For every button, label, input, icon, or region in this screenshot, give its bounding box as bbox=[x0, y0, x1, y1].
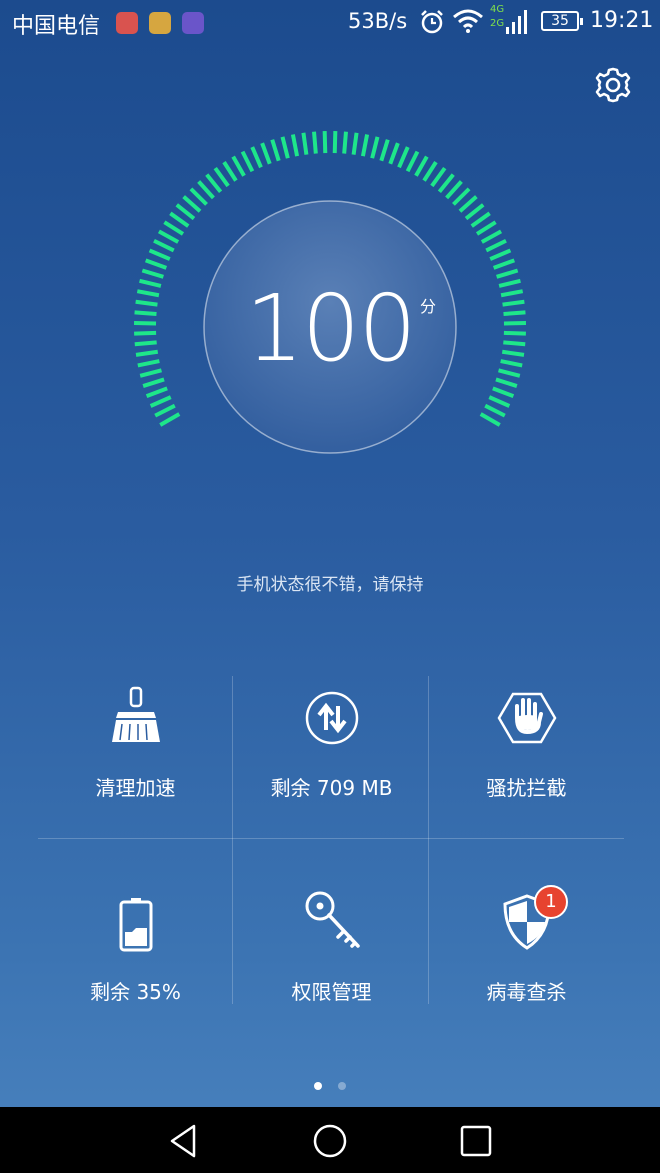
recents-icon[interactable] bbox=[456, 1121, 496, 1161]
gauge-tick bbox=[189, 187, 208, 206]
page-dot bbox=[337, 1082, 346, 1090]
tile-label: 骚扰拦截 bbox=[486, 776, 567, 800]
gauge-tick bbox=[205, 173, 223, 193]
gauge-tick bbox=[342, 131, 348, 154]
tile-label: 病毒查杀 bbox=[486, 980, 567, 1004]
notification-app-icon bbox=[116, 12, 138, 34]
gauge-tick bbox=[231, 155, 246, 177]
carrier-name: 中国电信 bbox=[12, 14, 101, 39]
gear-icon[interactable] bbox=[594, 66, 632, 104]
gauge-tick bbox=[182, 195, 202, 213]
gauge-tick bbox=[489, 248, 512, 261]
gauge-tick bbox=[488, 395, 511, 408]
gauge-tick bbox=[322, 131, 328, 154]
navigation-bar bbox=[0, 1107, 660, 1173]
gauge-tick bbox=[485, 238, 507, 253]
gauge-tick bbox=[475, 220, 497, 236]
gauge-tick bbox=[397, 146, 410, 169]
gauge-tick bbox=[470, 211, 491, 228]
tile-battery[interactable]: 剩余 35% bbox=[38, 880, 233, 1044]
gauge-tick bbox=[492, 386, 515, 398]
tile-clean-speedup[interactable]: 清理加速 bbox=[38, 676, 233, 840]
wifi-app-icon bbox=[149, 12, 171, 34]
gauge-tick bbox=[270, 139, 281, 162]
broom-icon bbox=[111, 686, 160, 742]
page-indicator bbox=[0, 1075, 660, 1094]
gauge-tick bbox=[149, 395, 172, 408]
gauge-tick bbox=[312, 131, 318, 154]
gauge-tick bbox=[250, 146, 263, 169]
gauge-tick bbox=[492, 258, 516, 270]
gauge-tick bbox=[301, 132, 309, 155]
tile-label: 剩余 709 MB bbox=[270, 776, 393, 800]
gauge-tick bbox=[163, 220, 185, 236]
gauge-tick bbox=[480, 229, 503, 244]
gauge-tick bbox=[159, 412, 181, 427]
browser-app-icon bbox=[182, 12, 204, 34]
hand-stop-icon bbox=[497, 692, 556, 744]
gauge-tick bbox=[197, 180, 215, 200]
gauge-tick bbox=[175, 203, 196, 221]
gauge-tick bbox=[452, 187, 471, 206]
feature-grid: 清理加速 剩余 709 MB 骚扰拦截 剩余 35% 权限管理 病毒查杀 bbox=[38, 676, 624, 1006]
gauge-tick bbox=[290, 134, 300, 157]
gauge-tick bbox=[430, 166, 447, 188]
gauge-tick bbox=[360, 134, 370, 157]
gauge-tick bbox=[414, 155, 429, 177]
data-transfer-icon bbox=[305, 691, 358, 745]
gauge-tick bbox=[464, 203, 485, 221]
gauge-tick bbox=[422, 161, 438, 182]
alarm-icon bbox=[421, 10, 443, 34]
score-unit: 分 bbox=[420, 297, 437, 316]
score-value: 100 bbox=[245, 275, 417, 382]
back-icon[interactable] bbox=[164, 1121, 204, 1161]
gauge-tick bbox=[388, 142, 400, 165]
gauge-tick bbox=[154, 403, 176, 418]
tile-data-remaining[interactable]: 剩余 709 MB bbox=[234, 676, 429, 840]
gauge-tick bbox=[458, 195, 478, 213]
net-speed: 53B/s bbox=[348, 9, 408, 33]
tile-label: 清理加速 bbox=[95, 776, 176, 800]
gauge-tick bbox=[240, 150, 255, 173]
home-icon[interactable] bbox=[310, 1121, 350, 1161]
gauge-tick bbox=[260, 142, 272, 165]
gauge-tick bbox=[280, 136, 290, 159]
gauge-tick bbox=[405, 150, 420, 173]
tile-permission[interactable]: 权限管理 bbox=[234, 880, 429, 1044]
network-type: 4G 2G bbox=[490, 4, 505, 29]
gauge-tick bbox=[437, 173, 455, 193]
battery-icon bbox=[119, 898, 152, 952]
tile-virus-scan[interactable]: 病毒查杀 bbox=[429, 880, 624, 1044]
gauge-tick bbox=[351, 132, 359, 155]
gauge-tick bbox=[148, 248, 171, 261]
virus-badge: 1 bbox=[534, 885, 568, 919]
signal-icon bbox=[506, 10, 527, 34]
tile-label: 权限管理 bbox=[291, 980, 372, 1004]
gauge-tick bbox=[169, 211, 190, 228]
status-message: 手机状态很不错，请保持 bbox=[236, 575, 424, 595]
gauge-tick bbox=[222, 161, 238, 182]
gauge-tick bbox=[145, 386, 168, 398]
wifi-icon bbox=[453, 9, 483, 33]
gauge-tick bbox=[153, 238, 175, 253]
gauge-tick bbox=[157, 229, 180, 244]
battery-indicator: 35 bbox=[541, 11, 583, 31]
page-dot-active bbox=[314, 1082, 323, 1090]
tile-harassment-block[interactable]: 骚扰拦截 bbox=[429, 676, 624, 840]
clock: 19:21 bbox=[590, 8, 654, 33]
tile-label: 剩余 35% bbox=[90, 980, 181, 1004]
gauge-tick bbox=[213, 166, 230, 188]
key-icon bbox=[305, 891, 360, 948]
gauge-tick bbox=[379, 139, 390, 162]
gauge-tick bbox=[445, 180, 463, 200]
gauge-tick bbox=[144, 258, 168, 270]
gauge-tick bbox=[332, 131, 338, 154]
status-bar: 中国电信 53B/s 4G 2G 35 19:21 bbox=[0, 0, 660, 46]
gauge-tick bbox=[479, 412, 501, 427]
gauge-tick bbox=[484, 403, 506, 418]
gauge-tick bbox=[370, 136, 380, 159]
